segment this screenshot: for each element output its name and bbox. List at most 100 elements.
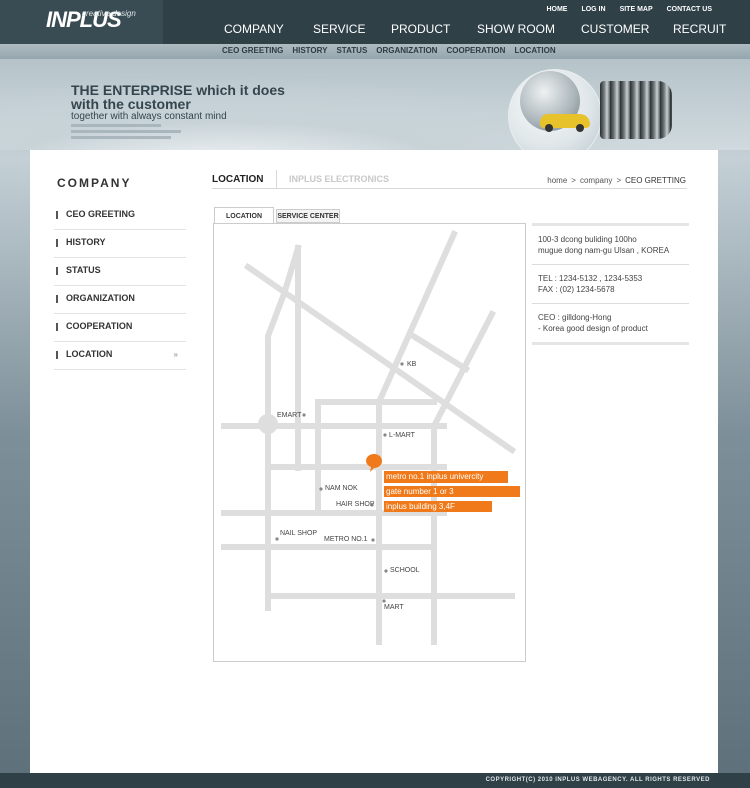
bullet-icon	[56, 295, 58, 303]
hero-fine-print	[71, 124, 191, 142]
subnav-status[interactable]: STATUS	[336, 46, 367, 55]
callout-line-1: metro no.1 inplus univercity	[384, 471, 508, 483]
sub-nav-bar: CEO GREETING HISTORY STATUS ORGANIZATION…	[0, 44, 750, 59]
page-title: LOCATION	[212, 174, 264, 185]
map-dot	[383, 433, 387, 437]
nav-company[interactable]: COMPANY	[224, 22, 313, 36]
hero-title-line2: with the customer	[71, 96, 191, 112]
header-underline	[212, 188, 687, 189]
contact-info: 100-3 dcong buliding 100ho mugue dong na…	[532, 223, 689, 345]
side-item-label: LOCATION	[66, 349, 113, 359]
car-wheel	[576, 124, 584, 132]
map-dot	[382, 599, 386, 603]
logo[interactable]: INPLUS creative design	[0, 0, 163, 44]
side-item-label: ORGANIZATION	[66, 293, 135, 303]
map-dot	[275, 537, 279, 541]
title-divider	[276, 170, 277, 188]
side-menu: CEO GREETING HISTORY STATUS ORGANIZATION…	[54, 202, 186, 370]
subnav-location[interactable]: LOCATION	[514, 46, 555, 55]
ceo-label: CEO	[538, 313, 556, 322]
nav-service[interactable]: SERVICE	[313, 22, 391, 36]
hero-banner: THE ENTERPRISE which it does with the cu…	[0, 59, 750, 150]
phone-block: TEL : 1234-5132 , 1234-5353 FAX : (02) 1…	[532, 264, 689, 303]
breadcrumb-separator: >	[616, 176, 622, 185]
logo-tagline: creative design	[82, 9, 136, 18]
page-secondary-title[interactable]: INPLUS ELECTRONICS	[289, 174, 389, 184]
ceo-value: : gilldong-Hong	[557, 313, 612, 322]
bullet-icon	[56, 211, 58, 219]
top-bar: INPLUS creative design HOME LOG IN SITE …	[0, 0, 750, 44]
side-item-organization[interactable]: ORGANIZATION	[54, 286, 186, 314]
util-home-link[interactable]: HOME	[546, 6, 567, 13]
side-item-label: STATUS	[66, 265, 101, 275]
bullet-icon	[56, 323, 58, 331]
bullet-icon	[56, 267, 58, 275]
map-dot	[384, 569, 388, 573]
map-label-nailshop: NAIL SHOP	[280, 530, 318, 537]
subnav-history[interactable]: HISTORY	[292, 46, 327, 55]
map-road	[405, 329, 471, 374]
map-road	[375, 230, 458, 406]
side-item-location[interactable]: LOCATION »	[54, 342, 186, 370]
map-canvas	[221, 230, 517, 645]
fax-label: FAX	[538, 285, 554, 294]
side-item-history[interactable]: HISTORY	[54, 230, 186, 258]
map-dot	[371, 538, 375, 542]
breadcrumb-company[interactable]: company	[580, 176, 612, 185]
util-login-link[interactable]: LOG IN	[581, 6, 605, 13]
map-label-lmart: L-MART	[389, 432, 415, 439]
copyright: COPYRIGHT(C) 2010 INPLUS WEBAGENCY. ALL …	[485, 777, 710, 783]
footer: COPYRIGHT(C) 2010 INPLUS WEBAGENCY. ALL …	[0, 773, 750, 788]
map-label-emart: EMART	[277, 412, 302, 419]
hero-subtitle: together with always constant mind	[71, 111, 227, 122]
map-label-hairshop: HAIR SHOP	[336, 501, 375, 508]
map-label-school: SCHOOL	[390, 567, 420, 574]
map-dot	[302, 413, 306, 417]
sub-nav: CEO GREETING HISTORY STATUS ORGANIZATION…	[222, 46, 556, 55]
bullet-icon	[56, 239, 58, 247]
active-arrow-icon: »	[173, 350, 178, 359]
breadcrumb-separator: >	[571, 176, 576, 185]
side-item-ceo-greeting[interactable]: CEO GREETING	[54, 202, 186, 230]
main-nav: COMPANY SERVICE PRODUCT SHOW ROOM CUSTOM…	[224, 22, 726, 36]
util-contact-link[interactable]: CONTACT US	[667, 6, 712, 13]
subnav-ceo-greeting[interactable]: CEO GREETING	[222, 46, 283, 55]
callout-line-2: gate number 1 or 3	[384, 486, 520, 497]
address-block: 100-3 dcong buliding 100ho mugue dong na…	[532, 223, 689, 264]
breadcrumb-current: CEO GRETTING	[625, 176, 686, 185]
tab-service-center[interactable]: SERVICE CENTER	[276, 209, 340, 223]
nav-showroom[interactable]: SHOW ROOM	[477, 22, 581, 36]
subnav-cooperation[interactable]: COOPERATION	[446, 46, 505, 55]
map-label-metro: METRO NO.1	[324, 536, 368, 543]
hero-title: THE ENTERPRISE which it does with the cu…	[71, 83, 285, 111]
map-label-mart: MART	[384, 604, 404, 611]
side-item-label: HISTORY	[66, 237, 106, 247]
nav-customer[interactable]: CUSTOMER	[581, 22, 673, 36]
tel-label: TEL	[538, 274, 553, 283]
address-line-1: 100-3 dcong buliding 100ho	[538, 235, 637, 244]
subnav-organization[interactable]: ORGANIZATION	[376, 46, 437, 55]
hero-title-line1: THE ENTERPRISE which it does	[71, 82, 285, 98]
nav-recruit[interactable]: RECRUIT	[673, 22, 726, 36]
utility-nav: HOME LOG IN SITE MAP CONTACT US	[546, 6, 712, 13]
util-sitemap-link[interactable]: SITE MAP	[620, 6, 653, 13]
side-item-label: CEO GREETING	[66, 209, 136, 219]
car-wheel	[545, 124, 553, 132]
side-item-status[interactable]: STATUS	[54, 258, 186, 286]
map-dot	[400, 362, 404, 366]
fax-value: : (02) 1234-5678	[555, 285, 615, 294]
map-dot	[319, 487, 323, 491]
nav-product[interactable]: PRODUCT	[391, 22, 477, 36]
map-roundabout	[258, 414, 278, 434]
address-line-2: mugue dong nam-gu Ulsan , KOREA	[538, 246, 670, 255]
location-map: KB EMART L-MART NAM NOK HAIR SHOP NAIL S…	[213, 223, 526, 662]
bulb-socket-image	[600, 81, 672, 139]
side-menu-title: COMPANY	[57, 176, 132, 190]
breadcrumb: home > company > CEO GRETTING	[547, 176, 686, 185]
breadcrumb-home[interactable]: home	[547, 176, 567, 185]
side-item-cooperation[interactable]: COOPERATION	[54, 314, 186, 342]
callout-line-3: inplus building 3,4F	[384, 501, 492, 512]
tab-location[interactable]: LOCATION	[214, 207, 274, 223]
map-label-namnok: NAM NOK	[325, 485, 358, 492]
tel-value: : 1234-5132 , 1234-5353	[554, 274, 643, 283]
